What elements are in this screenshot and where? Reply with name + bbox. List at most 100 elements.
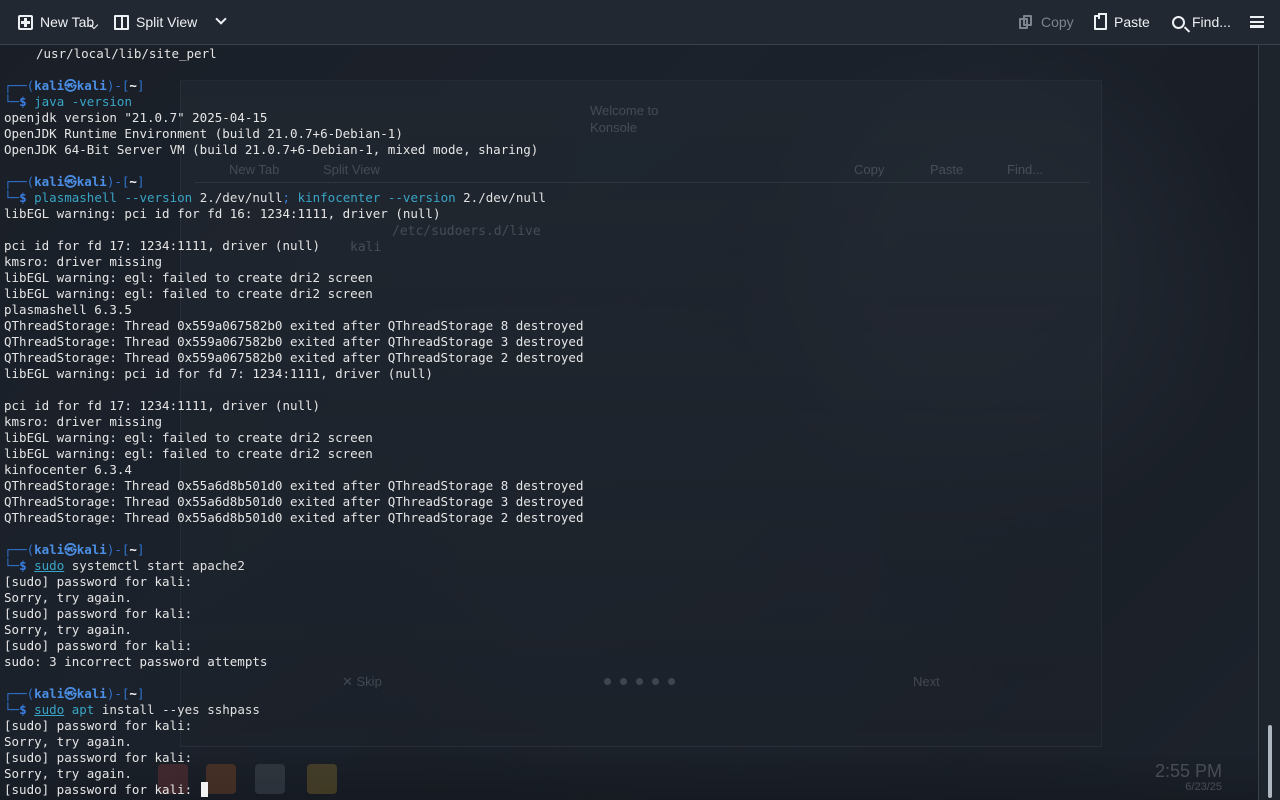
prompt-user: kali <box>34 174 65 189</box>
find-button[interactable]: Find... <box>1172 8 1231 36</box>
prompt-frame: ] <box>136 78 145 93</box>
terminal-line: kinfocenter 6.3.4 <box>4 462 132 477</box>
terminal-line: Sorry, try again. <box>4 734 132 749</box>
hamburger-menu-icon[interactable] <box>1250 16 1264 28</box>
command-args: -version <box>64 94 132 109</box>
prompt-frame: ] <box>136 174 145 189</box>
prompt-frame: )-[ <box>106 686 130 701</box>
terminal-cursor <box>200 782 208 797</box>
konsole-toolbar: New Tab Split View Copy Paste Find... <box>0 0 1280 45</box>
command-line: └─$ plasmashell --version 2./dev/null; k… <box>4 190 1254 206</box>
terminal-line: QThreadStorage: Thread 0x559a067582b0 ex… <box>4 334 584 349</box>
split-view-icon <box>114 14 129 30</box>
new-tab-label: New Tab <box>40 14 95 30</box>
scrollbar-thumb[interactable] <box>1268 725 1272 798</box>
prompt-host: kali <box>76 686 107 701</box>
command-args: install --yes sshpass <box>94 702 260 717</box>
find-label: Find... <box>1192 14 1231 30</box>
terminal-line: pci id for fd 17: 1234:1111, driver (nul… <box>4 238 321 253</box>
terminal-text: /usr/local/lib/site_perl ┌──(kali㉿kali)-… <box>4 46 1254 800</box>
prompt-path: ~ <box>129 174 137 189</box>
command-name: systemctl <box>64 558 140 573</box>
password-prompt: [sudo] password for kali: <box>4 782 200 797</box>
prompt-frame: ┌──( <box>4 174 35 189</box>
terminal-line: libEGL warning: egl: failed to create dr… <box>4 446 373 461</box>
terminal-line: libEGL warning: pci id for fd 7: 1234:11… <box>4 366 433 381</box>
terminal-scrollbar[interactable] <box>1258 45 1280 800</box>
prompt-host: kali <box>76 174 107 189</box>
prompt-host: kali <box>76 78 107 93</box>
terminal-line: Sorry, try again. <box>4 622 132 637</box>
paste-icon <box>1094 12 1107 30</box>
terminal-line: /usr/local/lib/site_perl <box>36 46 217 61</box>
terminal-line: libEGL warning: egl: failed to create dr… <box>4 286 373 301</box>
command-args: --version <box>380 190 464 205</box>
prompt-corner: └─ <box>4 94 20 109</box>
prompt-at: ㉿ <box>64 542 77 557</box>
new-tab-button[interactable]: New Tab <box>18 8 94 36</box>
terminal-line: pci id for fd 17: 1234:1111, driver (nul… <box>4 398 321 413</box>
split-view-label: Split View <box>136 14 198 30</box>
password-prompt-line[interactable]: [sudo] password for kali: <box>4 782 1254 798</box>
command-line: └─$ java -version <box>4 94 1254 110</box>
terminal-line: Sorry, try again. <box>4 766 132 781</box>
command-name: java <box>34 94 65 109</box>
prompt-frame: ┌──( <box>4 686 35 701</box>
command-name: plasmashell <box>34 190 117 205</box>
prompt-frame: ] <box>136 686 145 701</box>
command-args: --version <box>116 190 200 205</box>
prompt-corner: └─ <box>4 702 20 717</box>
command-args: 2./dev/null <box>199 190 283 205</box>
prompt-header: ┌──(kali㉿kali)-[~] <box>4 78 1254 94</box>
terminal-line: [sudo] password for kali: <box>4 574 193 589</box>
command-name: kinfocenter <box>290 190 381 205</box>
terminal-line: [sudo] password for kali: <box>4 638 193 653</box>
paste-label: Paste <box>1114 14 1150 30</box>
prompt-frame: ┌──( <box>4 542 35 557</box>
chevron-down-icon[interactable] <box>215 13 227 25</box>
prompt-dollar: $ <box>19 94 27 109</box>
prompt-frame: ] <box>136 542 145 557</box>
terminal-line: kmsro: driver missing <box>4 414 163 429</box>
terminal-line: libEGL warning: egl: failed to create dr… <box>4 430 373 445</box>
terminal-line: Sorry, try again. <box>4 590 132 605</box>
terminal-line: [sudo] password for kali: <box>4 750 193 765</box>
prompt-corner: └─ <box>4 558 20 573</box>
terminal-line: QThreadStorage: Thread 0x55a6d8b501d0 ex… <box>4 510 584 525</box>
terminal-line: libEGL warning: egl: failed to create dr… <box>4 270 373 285</box>
prompt-frame: )-[ <box>106 78 130 93</box>
split-view-button[interactable]: Split View <box>114 8 227 36</box>
prompt-at: ㉿ <box>64 78 77 93</box>
prompt-user: kali <box>34 542 65 557</box>
terminal-output-area[interactable]: Welcome to Konsole New Tab Split View Co… <box>0 45 1258 800</box>
prompt-at: ㉿ <box>64 174 77 189</box>
terminal-line: openjdk version "21.0.7" 2025-04-15 <box>4 110 268 125</box>
prompt-user: kali <box>34 686 65 701</box>
prompt-header: ┌──(kali㉿kali)-[~] <box>4 542 1254 558</box>
desktop-screen: New Tab Split View Copy Paste Find... We… <box>0 0 1280 800</box>
terminal-line: QThreadStorage: Thread 0x559a067582b0 ex… <box>4 350 584 365</box>
prompt-dollar: $ <box>19 702 27 717</box>
new-tab-icon <box>18 14 33 30</box>
prompt-header: ┌──(kali㉿kali)-[~] <box>4 686 1254 702</box>
command-args: 2./dev/null <box>463 190 546 205</box>
terminal-line: QThreadStorage: Thread 0x55a6d8b501d0 ex… <box>4 478 584 493</box>
prompt-frame: ┌──( <box>4 78 35 93</box>
sudo-command: sudo <box>34 702 65 717</box>
prompt-corner: └─ <box>4 190 20 205</box>
search-icon <box>1172 15 1185 29</box>
prompt-dollar: $ <box>19 190 27 205</box>
terminal-line: QThreadStorage: Thread 0x559a067582b0 ex… <box>4 318 584 333</box>
paste-button[interactable]: Paste <box>1094 8 1150 36</box>
copy-button[interactable]: Copy <box>1019 8 1074 36</box>
prompt-host: kali <box>76 542 107 557</box>
terminal-line: plasmashell 6.3.5 <box>4 302 132 317</box>
command-line: └─$ sudo systemctl start apache2 <box>4 558 1254 574</box>
prompt-at: ㉿ <box>64 686 77 701</box>
